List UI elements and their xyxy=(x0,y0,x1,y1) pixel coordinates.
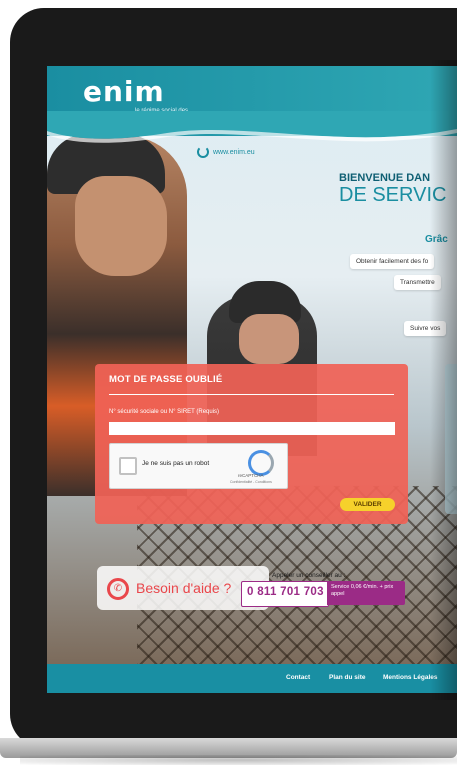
footer-link-sitemap[interactable]: Plan du site xyxy=(329,674,365,681)
phone-icon: ✆ xyxy=(107,578,129,600)
form-divider xyxy=(109,394,394,395)
recaptcha-links[interactable]: Confidentialité - Conditions xyxy=(230,480,272,484)
footer-link-contact[interactable]: Contact xyxy=(286,674,310,681)
site-url-text: www.enim.eu xyxy=(213,148,255,156)
enim-logo[interactable]: enim le régime social des marins xyxy=(83,75,188,122)
bezel-shading xyxy=(430,60,457,700)
forgot-password-form: MOT DE PASSE OUBLIÉ N° sécurité sociale … xyxy=(95,364,408,524)
id-field-input[interactable] xyxy=(109,422,395,435)
laptop-shadow xyxy=(20,755,457,765)
form-title: MOT DE PASSE OUBLIÉ xyxy=(109,374,223,385)
refresh-icon xyxy=(197,146,209,158)
header-wave xyxy=(47,111,457,143)
recaptcha-label: Je ne suis pas un robot xyxy=(142,460,210,467)
call-rate-badge: Service 0,06 €/min. + prix appel xyxy=(327,581,405,605)
recaptcha-widget: Je ne suis pas un robot reCAPTCHA Confid… xyxy=(109,443,288,489)
welcome-heading: BIENVENUE DAN xyxy=(339,172,431,184)
recaptcha-brand: reCAPTCHA xyxy=(238,473,264,478)
site-url-link[interactable]: www.enim.eu xyxy=(197,146,255,158)
site-footer: Contact Plan du site Mentions Légales xyxy=(47,664,457,693)
browser-screen: enim le régime social des marins www.eni… xyxy=(47,66,457,693)
submit-button[interactable]: VALIDER xyxy=(340,498,395,511)
hero-bullet-1: Obtenir facilement des fo xyxy=(350,254,435,269)
recaptcha-checkbox[interactable] xyxy=(119,457,137,475)
fisherman-face-1 xyxy=(75,176,167,276)
phone-number: 0 811 701 703 xyxy=(247,586,324,598)
phone-number-box[interactable]: 0 811 701 703 xyxy=(241,581,329,607)
id-field-label: N° sécurité sociale ou N° SIRET (Requis) xyxy=(109,409,220,415)
call-prompt: Appeler un conseiller au : xyxy=(272,572,346,579)
help-label: Besoin d'aide ? xyxy=(136,580,232,596)
fisherman-face-2 xyxy=(239,314,299,364)
logo-name: enim xyxy=(83,75,165,108)
